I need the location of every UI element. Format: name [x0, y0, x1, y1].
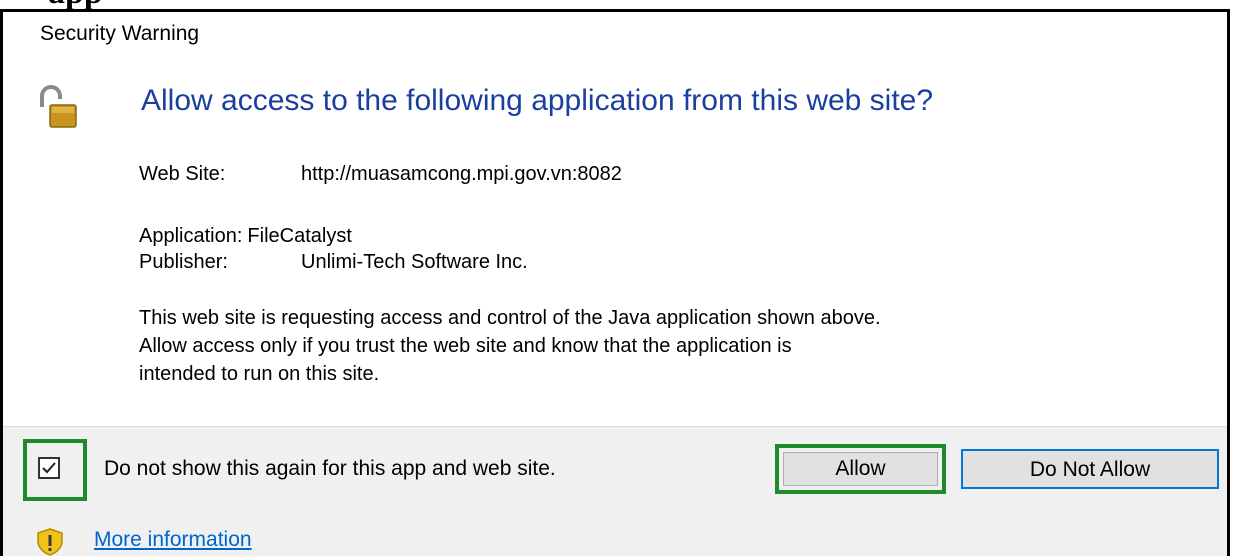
do-not-show-again-checkbox[interactable]	[38, 457, 60, 479]
application-value: FileCatalyst	[247, 225, 352, 247]
dialog-title: Security Warning	[40, 22, 200, 45]
dialog-question: Allow access to the following applicatio…	[141, 84, 934, 117]
web-site-label: Web Site:	[139, 163, 226, 185]
checkmark-icon	[42, 462, 56, 474]
allow-button[interactable]: Allow	[783, 452, 938, 486]
description-line: intended to run on this site.	[139, 363, 380, 385]
shield-warning-icon	[37, 528, 63, 556]
description-line: This web site is requesting access and c…	[139, 307, 881, 329]
application-label: Application:	[139, 225, 243, 247]
dialog-footer: Do not show this again for this app and …	[3, 426, 1227, 556]
application-row: Application: FileCatalyst	[139, 225, 352, 248]
publisher-value: Unlimi-Tech Software Inc.	[301, 251, 528, 273]
publisher-row: Publisher: Unlimi-Tech Software Inc.	[139, 251, 528, 274]
web-site-value: http://muasamcong.mpi.gov.vn:8082	[301, 163, 622, 185]
allow-button-highlight: Allow	[775, 444, 946, 494]
screenshot-canvas: app , Security Warning Allow access to t…	[0, 0, 1240, 556]
do-not-allow-button[interactable]: Do Not Allow	[961, 449, 1219, 489]
web-site-row: Web Site: http://muasamcong.mpi.gov.vn:80…	[139, 163, 622, 186]
security-warning-dialog: Security Warning Allow access to the fol…	[0, 9, 1230, 556]
description-line: Allow access only if you trust the web s…	[139, 335, 792, 357]
padlock-unlocked-icon	[40, 85, 77, 128]
more-information-link[interactable]: More information	[94, 528, 252, 552]
dialog-description: This web site is requesting access and c…	[139, 304, 1224, 388]
do-not-show-again-label[interactable]: Do not show this again for this app and …	[104, 457, 556, 481]
publisher-label: Publisher:	[139, 251, 228, 273]
